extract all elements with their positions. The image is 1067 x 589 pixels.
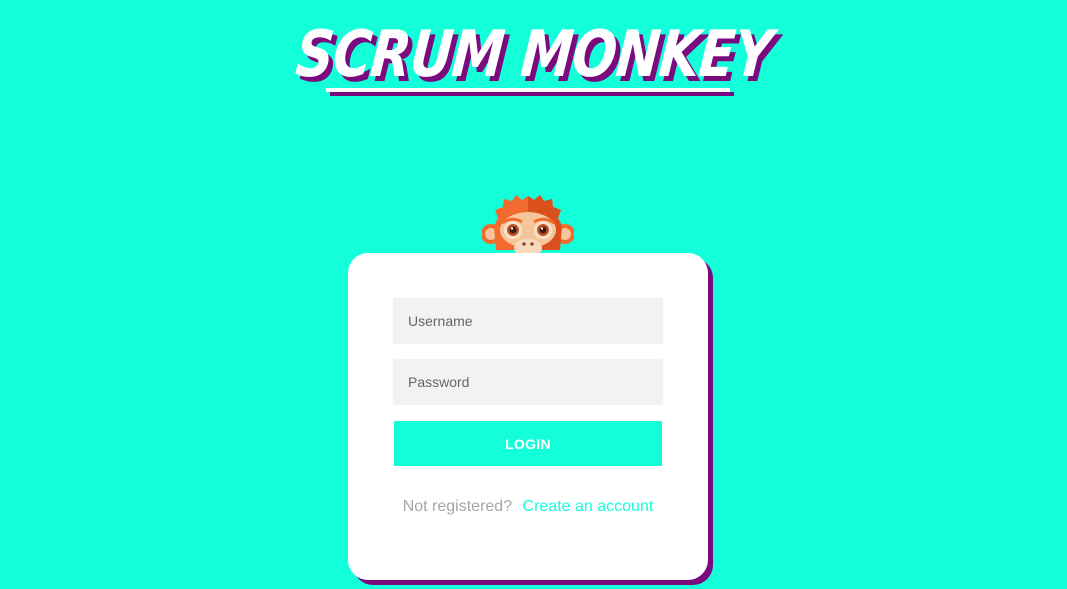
not-registered-text: Not registered? <box>402 498 513 515</box>
app-title-container: SCRUM MONKEY <box>0 18 1067 92</box>
monkey-mascot-icon <box>481 190 575 260</box>
create-account-link[interactable]: Create an account <box>523 498 654 515</box>
login-button[interactable]: LOGIN <box>394 421 662 466</box>
register-prompt: Not registered? Create an account <box>348 497 708 517</box>
app-title: SCRUM MONKEY <box>292 18 775 92</box>
password-input[interactable] <box>393 359 663 405</box>
username-input[interactable] <box>393 298 663 344</box>
login-card: LOGIN Not registered? Create an account <box>348 253 708 580</box>
title-underline <box>326 88 730 92</box>
